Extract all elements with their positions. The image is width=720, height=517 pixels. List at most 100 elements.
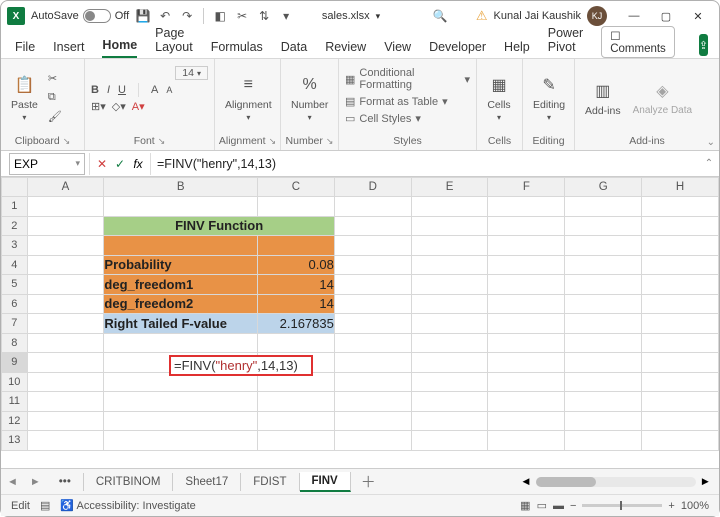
tab-developer[interactable]: Developer: [429, 40, 486, 58]
save-icon[interactable]: 💾: [135, 8, 151, 24]
chevron-down-icon[interactable]: ▾: [278, 8, 294, 24]
expand-icon[interactable]: ↘: [269, 136, 277, 147]
sheet-tab[interactable]: FDIST: [241, 473, 299, 491]
minimize-button[interactable]: —: [619, 4, 649, 28]
expand-formula-icon[interactable]: ⌃: [699, 158, 719, 169]
col-header[interactable]: E: [411, 178, 488, 197]
cell[interactable]: Right Tailed F-value: [104, 314, 258, 334]
row-header[interactable]: 2: [2, 216, 28, 236]
cell[interactable]: 0.08: [258, 255, 335, 275]
touch-icon[interactable]: ◧: [212, 8, 228, 24]
cell[interactable]: deg_freedom2: [104, 294, 258, 314]
sheet-nav-next[interactable]: ►: [24, 476, 47, 488]
horizontal-scrollbar[interactable]: [536, 477, 696, 487]
cancel-formula-button[interactable]: ✕: [94, 157, 110, 171]
cell-styles-button[interactable]: ▭ Cell Styles ▾: [345, 111, 421, 126]
font-size-box[interactable]: 14 ▾: [175, 66, 208, 80]
row-header[interactable]: 9: [2, 353, 28, 373]
row-header[interactable]: 4: [2, 255, 28, 275]
row-header[interactable]: 6: [2, 294, 28, 314]
accessibility-button[interactable]: ♿ Accessibility: Investigate: [60, 499, 195, 512]
bold-button[interactable]: B: [91, 84, 99, 96]
cell[interactable]: Probability: [104, 255, 258, 275]
select-all-button[interactable]: [2, 178, 28, 197]
sheet-nav-prev[interactable]: ◄: [1, 476, 24, 488]
row-header[interactable]: 12: [2, 411, 28, 431]
number-button[interactable]: %Number▾: [287, 71, 332, 124]
tab-file[interactable]: File: [15, 40, 35, 58]
copy-button[interactable]: ⧉: [46, 90, 64, 105]
row-header[interactable]: 10: [2, 372, 28, 392]
editing-button[interactable]: ✎Editing▾: [529, 71, 569, 124]
tab-home[interactable]: Home: [102, 38, 137, 58]
italic-button[interactable]: I: [107, 84, 110, 96]
analyze-data-button[interactable]: ◈Analyze Data: [629, 77, 696, 118]
zoom-in-button[interactable]: +: [668, 500, 674, 512]
share-button[interactable]: ⇪: [699, 34, 708, 56]
row-header[interactable]: 11: [2, 392, 28, 412]
tab-review[interactable]: Review: [325, 40, 366, 58]
sheet-tab[interactable]: FINV: [300, 472, 351, 492]
tab-power-pivot[interactable]: Power Pivot: [548, 26, 583, 58]
cell[interactable]: 14: [258, 275, 335, 295]
row-header[interactable]: 5: [2, 275, 28, 295]
zoom-out-button[interactable]: −: [570, 500, 576, 512]
font-increase-button[interactable]: A: [151, 84, 158, 96]
tab-data[interactable]: Data: [281, 40, 307, 58]
sheet-tab[interactable]: Sheet17: [173, 473, 241, 491]
cut-icon[interactable]: ✂: [234, 8, 250, 24]
formula-bar[interactable]: =FINV("henry",14,13): [151, 157, 699, 171]
border-button[interactable]: ⊞▾: [91, 100, 106, 113]
spreadsheet-grid[interactable]: A B C D E F G H 1 2FINV Function 3 4Prob…: [1, 177, 719, 468]
redo-icon[interactable]: ↷: [179, 8, 195, 24]
font-decrease-button[interactable]: A: [166, 85, 172, 95]
row-header[interactable]: 8: [2, 333, 28, 353]
view-break-icon[interactable]: ▬: [553, 500, 564, 512]
cut-button[interactable]: ✂: [46, 71, 64, 86]
close-button[interactable]: ✕: [683, 4, 713, 28]
col-header[interactable]: D: [334, 178, 411, 197]
fill-color-button[interactable]: ◇▾: [112, 100, 126, 113]
zoom-slider[interactable]: [582, 504, 662, 507]
addins-button[interactable]: ▥Add-ins: [581, 77, 625, 119]
tab-view[interactable]: View: [384, 40, 411, 58]
col-header[interactable]: H: [642, 178, 719, 197]
scroll-right-icon[interactable]: ►: [700, 476, 711, 488]
alignment-button[interactable]: ≡Alignment▾: [221, 71, 276, 124]
cell[interactable]: [258, 236, 335, 256]
sheet-tab[interactable]: CRITBINOM: [84, 473, 174, 491]
cell[interactable]: [104, 236, 258, 256]
zoom-level[interactable]: 100%: [681, 500, 709, 512]
name-box[interactable]: EXP▾: [9, 153, 85, 175]
sheet-more[interactable]: •••: [47, 473, 84, 491]
accept-formula-button[interactable]: ✓: [112, 157, 128, 171]
tab-formulas[interactable]: Formulas: [211, 40, 263, 58]
cell[interactable]: 2.167835: [258, 314, 335, 334]
row-header[interactable]: 1: [2, 197, 28, 217]
row-header[interactable]: 13: [2, 431, 28, 451]
undo-icon[interactable]: ↶: [157, 8, 173, 24]
col-header[interactable]: F: [488, 178, 565, 197]
row-header[interactable]: 7: [2, 314, 28, 334]
paste-button[interactable]: 📋 Paste ▾: [7, 71, 42, 124]
view-page-icon[interactable]: ▭: [537, 499, 547, 512]
view-normal-icon[interactable]: ▦: [520, 499, 530, 512]
underline-button[interactable]: U: [118, 84, 126, 96]
col-header[interactable]: B: [104, 178, 258, 197]
expand-icon[interactable]: ↘: [326, 136, 334, 147]
tab-help[interactable]: Help: [504, 40, 530, 58]
format-table-button[interactable]: ▤ Format as Table ▾: [345, 94, 448, 109]
expand-icon[interactable]: ↘: [63, 136, 71, 147]
col-header[interactable]: C: [258, 178, 335, 197]
col-header[interactable]: G: [565, 178, 642, 197]
sort-icon[interactable]: ⇅: [256, 8, 272, 24]
expand-icon[interactable]: ↘: [158, 136, 166, 147]
tab-page-layout[interactable]: Page Layout: [155, 26, 193, 58]
format-painter-button[interactable]: 🖌: [46, 109, 64, 124]
cell[interactable]: deg_freedom1: [104, 275, 258, 295]
avatar[interactable]: KJ: [587, 6, 607, 26]
search-icon[interactable]: 🔍: [432, 8, 448, 24]
conditional-formatting-button[interactable]: ▦ Conditional Formatting ▾: [345, 66, 470, 92]
font-color-button[interactable]: A▾: [132, 100, 145, 113]
stats-icon[interactable]: ▤: [40, 499, 50, 512]
